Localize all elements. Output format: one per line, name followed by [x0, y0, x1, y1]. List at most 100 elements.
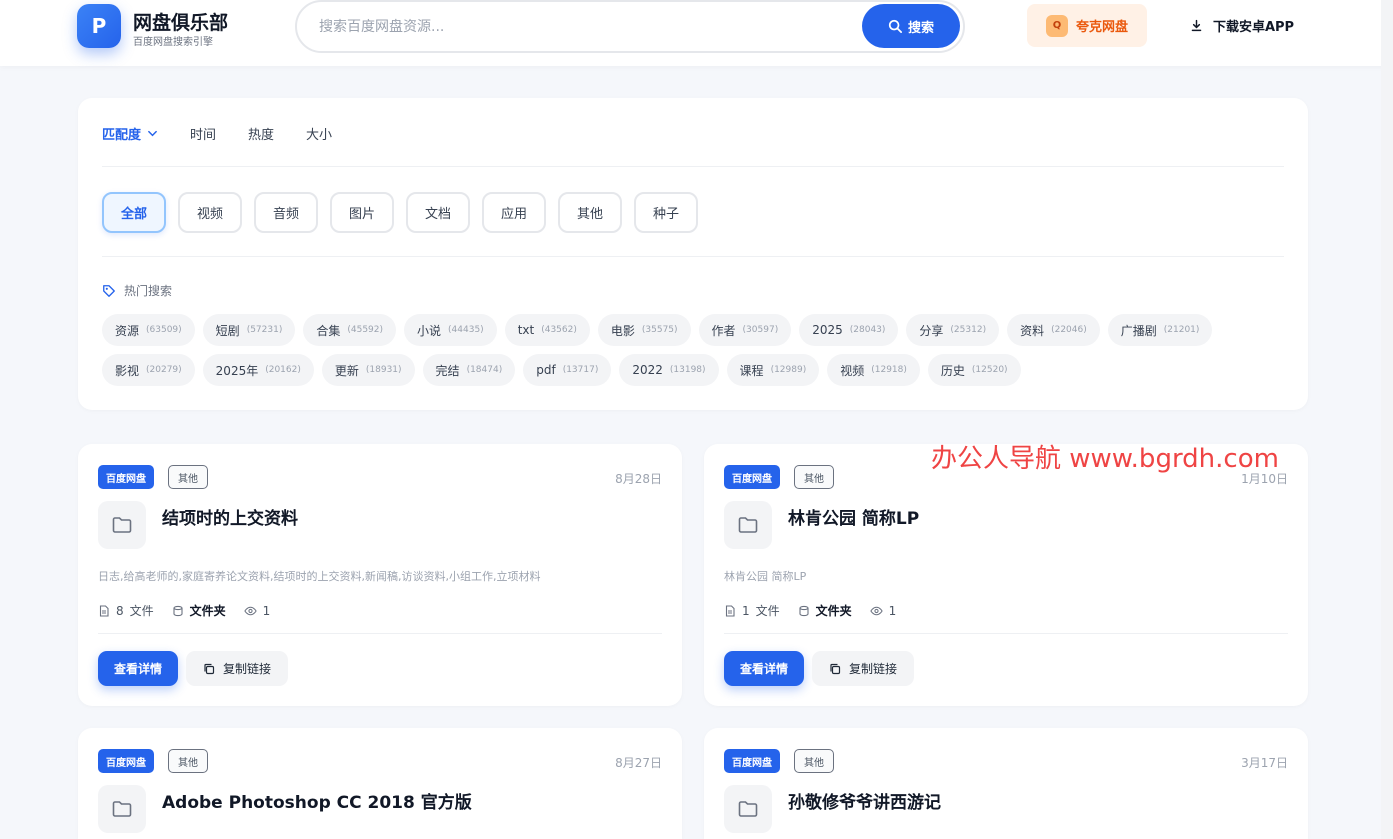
type-image[interactable]: 图片: [330, 192, 394, 233]
hot-tag[interactable]: 资源 (63509): [102, 314, 195, 346]
eye-icon: [870, 606, 883, 615]
type-badge: 其他: [168, 749, 208, 773]
card-date: 8月27日: [615, 756, 662, 770]
download-app-label: 下载安卓APP: [1212, 20, 1295, 35]
type-app[interactable]: 应用: [482, 192, 546, 233]
hot-tag[interactable]: 影视 (20279): [102, 354, 195, 386]
chevron-down-icon: [148, 130, 157, 137]
kind-value: 文件夹: [815, 604, 852, 618]
hot-tag[interactable]: 小说 (44435): [404, 314, 497, 346]
folder-icon: [98, 501, 146, 549]
hot-tag-name: txt: [517, 323, 535, 337]
type-video[interactable]: 视频: [178, 192, 242, 233]
site-subtitle: 百度网盘搜索引擎: [133, 37, 213, 48]
hot-tag[interactable]: 合集 (45592): [303, 314, 397, 346]
card-divider: [724, 633, 1288, 634]
hot-tag[interactable]: 电影 (35575): [597, 314, 691, 346]
filter-panel: 匹配度 时间 热度 大小 全部 视频 音频 图片 文档 应用 其他 种子 热门搜…: [78, 98, 1308, 410]
hot-tag[interactable]: 课程 (12989): [726, 354, 820, 386]
search-button[interactable]: 搜索: [862, 4, 960, 48]
type-badge: 其他: [168, 465, 208, 489]
result-card[interactable]: 百度网盘 其他 8月27日 Adobe Photoshop CC 2018 官方…: [78, 728, 682, 839]
database-icon: [173, 605, 183, 616]
file-count: 1 文件: [724, 602, 780, 619]
scrollbar[interactable]: [1381, 0, 1393, 839]
hot-tag[interactable]: 更新 (18931): [321, 354, 415, 386]
type-audio[interactable]: 音频: [254, 192, 318, 233]
card-title[interactable]: Adobe Photoshop CC 2018 官方版: [162, 788, 472, 813]
card-meta: 8 文件 文件夹 1: [98, 602, 270, 619]
hot-tag-name: 2025年: [215, 363, 259, 378]
hot-tag-count: (18474): [466, 365, 503, 375]
file-count-value: 8: [116, 603, 124, 618]
hot-tag-name: 影视: [115, 363, 140, 378]
sort-size[interactable]: 大小: [306, 124, 332, 143]
sort-match[interactable]: 匹配度: [102, 124, 158, 143]
card-title[interactable]: 结项时的上交资料: [162, 504, 298, 529]
type-badge: 其他: [794, 749, 834, 773]
copy-link-button[interactable]: 复制链接: [186, 651, 288, 686]
hot-tag[interactable]: 2022 (13198): [619, 354, 719, 386]
hot-tag-count: (20279): [146, 365, 182, 375]
hot-search-label: 热门搜索: [124, 284, 173, 298]
hot-tag[interactable]: 历史 (12520): [927, 354, 1021, 386]
view-count-value: 1: [262, 603, 271, 618]
card-divider: [98, 633, 662, 634]
hot-tag[interactable]: 分享 (25312): [906, 314, 1000, 346]
sort-time[interactable]: 时间: [190, 124, 216, 143]
copy-icon: [204, 663, 215, 674]
type-document[interactable]: 文档: [406, 192, 470, 233]
result-card[interactable]: 百度网盘 其他 1月10日 林肯公园 简称LP 林肯公园 简称LP 1 文件 文…: [704, 444, 1308, 706]
search-input[interactable]: [319, 14, 839, 40]
database-icon: [799, 605, 809, 616]
type-torrent[interactable]: 种子: [634, 192, 698, 233]
view-count-value: 1: [888, 603, 897, 618]
card-meta: 1 文件 文件夹 1: [724, 602, 896, 619]
hot-tag-count: (18931): [365, 365, 402, 375]
hot-tag-name: 作者: [711, 323, 736, 338]
download-app-button[interactable]: 下载安卓APP: [1180, 4, 1304, 47]
hot-tag[interactable]: 视频 (12918): [827, 354, 920, 386]
hot-tag-name: 资料: [1020, 323, 1045, 338]
watermark-text: 办公人导航 www.bgrdh.com: [931, 444, 1279, 474]
copy-link-button[interactable]: 复制链接: [812, 651, 914, 686]
view-count: 1: [244, 603, 271, 618]
search-bar: 搜索: [295, 0, 965, 53]
hot-tag[interactable]: 2025年 (20162): [202, 354, 314, 386]
hot-tag-name: 视频: [840, 363, 865, 378]
type-other[interactable]: 其他: [558, 192, 622, 233]
hot-tag[interactable]: 广播剧 (21201): [1107, 314, 1213, 346]
result-card[interactable]: 百度网盘 其他 3月17日 孙敬修爷爷讲西游记: [704, 728, 1308, 839]
pan-badge: 百度网盘: [724, 749, 780, 773]
quark-pan-button[interactable]: Q 夸克网盘: [1027, 4, 1147, 47]
card-description: 日志,给高老师的,家庭寄养论文资料,结项时的上交资料,新闻稿,访谈资料,小组工作…: [98, 570, 541, 583]
quark-pan-label: 夸克网盘: [1075, 20, 1128, 35]
hot-tag[interactable]: txt (43562): [504, 314, 590, 346]
hot-tag-name: 更新: [334, 363, 359, 378]
hot-tag[interactable]: pdf (13717): [523, 354, 612, 386]
hot-tag[interactable]: 作者 (30597): [698, 314, 792, 346]
view-details-button[interactable]: 查看详情: [724, 651, 804, 686]
kind-info: 文件夹: [172, 602, 226, 619]
hot-tag-count: (43562): [541, 325, 577, 335]
hot-tag[interactable]: 短剧 (57231): [202, 314, 296, 346]
result-card[interactable]: 百度网盘 其他 8月28日 结项时的上交资料 日志,给高老师的,家庭寄养论文资料…: [78, 444, 682, 706]
hot-tag-name: 完结: [435, 363, 460, 378]
folder-icon: [98, 785, 146, 833]
site-title[interactable]: 网盘俱乐部: [133, 8, 228, 35]
eye-icon: [244, 606, 257, 615]
hot-tag-count: (13198): [669, 365, 706, 375]
logo-icon[interactable]: P: [77, 4, 121, 48]
hot-tag[interactable]: 2025 (28043): [799, 314, 899, 346]
card-title[interactable]: 孙敬修爷爷讲西游记: [788, 788, 941, 813]
type-all[interactable]: 全部: [102, 192, 166, 233]
view-details-button[interactable]: 查看详情: [98, 651, 178, 686]
card-title[interactable]: 林肯公园 简称LP: [788, 504, 919, 529]
hot-tag-name: 电影: [610, 323, 635, 338]
hot-tag-name: 历史: [940, 363, 965, 378]
sort-options: 匹配度 时间 热度 大小: [102, 124, 332, 143]
top-header: P 网盘俱乐部 百度网盘搜索引擎 搜索 Q 夸克网盘 下载安卓APP: [0, 0, 1393, 66]
hot-tag[interactable]: 完结 (18474): [422, 354, 516, 386]
hot-tag[interactable]: 资料 (22046): [1007, 314, 1100, 346]
sort-heat[interactable]: 热度: [248, 124, 274, 143]
